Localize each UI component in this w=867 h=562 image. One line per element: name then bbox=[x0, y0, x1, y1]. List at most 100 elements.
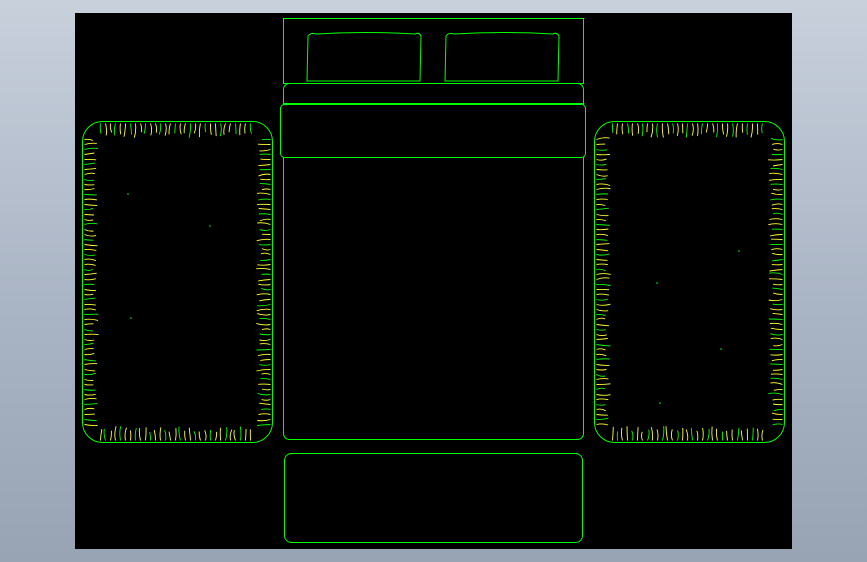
fringe-strand bbox=[175, 428, 177, 441]
fringe-strand bbox=[256, 424, 271, 426]
fringe-strand bbox=[641, 123, 644, 137]
fringe-strand bbox=[259, 339, 271, 341]
fringe-strand bbox=[596, 207, 609, 210]
fringe-strand bbox=[596, 423, 609, 426]
fringe-strand bbox=[260, 252, 271, 255]
fringe-strand bbox=[596, 174, 608, 177]
fringe-strand bbox=[770, 337, 783, 340]
fringe-strand bbox=[677, 430, 679, 441]
fringe-strand bbox=[261, 248, 271, 251]
fringe-strand bbox=[596, 158, 607, 161]
fringe-strand bbox=[168, 123, 171, 135]
fringe-strand bbox=[646, 123, 648, 133]
rug-left bbox=[82, 121, 273, 443]
fringe-strand bbox=[193, 431, 197, 441]
fringe-strand bbox=[110, 430, 112, 441]
fringe-strand bbox=[256, 369, 271, 372]
fringe-strand bbox=[257, 304, 271, 307]
fringe-strand bbox=[84, 214, 95, 216]
fringe-strand bbox=[771, 259, 783, 262]
fringe-strand bbox=[244, 123, 246, 134]
fringe-strand bbox=[596, 153, 611, 156]
fringe-strand bbox=[770, 327, 783, 330]
fringe-strand bbox=[773, 408, 783, 412]
fringe-strand bbox=[84, 318, 99, 321]
fringe-strand bbox=[84, 272, 97, 275]
fringe-strand bbox=[773, 344, 783, 347]
fringe-strand bbox=[257, 222, 271, 225]
fringe-strand bbox=[676, 123, 679, 137]
fringe-strand bbox=[261, 388, 271, 391]
fringe-strand bbox=[596, 284, 611, 286]
headboard bbox=[283, 18, 584, 84]
fringe-strand bbox=[84, 348, 94, 350]
fringe-strand bbox=[168, 431, 171, 441]
fringe-strand bbox=[596, 187, 611, 190]
pillow-left bbox=[306, 32, 422, 82]
fringe-strand bbox=[661, 123, 664, 138]
fringe-strand bbox=[685, 123, 688, 138]
fringe-strand bbox=[596, 398, 609, 401]
fringe-strand bbox=[769, 172, 783, 175]
fringe-strand bbox=[84, 207, 94, 211]
fringe-strand bbox=[670, 429, 673, 441]
fringe-strand bbox=[204, 430, 207, 441]
fringe-strand bbox=[596, 408, 607, 412]
fringe-strand bbox=[229, 429, 233, 441]
drawing-canvas[interactable] bbox=[75, 13, 792, 549]
fringe-strand bbox=[260, 359, 271, 361]
fringe-strand bbox=[239, 426, 242, 441]
fringe-strand bbox=[596, 404, 606, 406]
fringe-strand bbox=[84, 167, 97, 170]
fringe-strand bbox=[84, 254, 96, 256]
fringe-strand bbox=[130, 123, 132, 135]
fringe-strand bbox=[612, 426, 614, 441]
fringe-strand bbox=[84, 308, 96, 311]
fringe-strand bbox=[123, 123, 126, 137]
fringe-strand bbox=[770, 382, 783, 385]
fringe-strand bbox=[761, 429, 764, 441]
fringe-strand bbox=[84, 179, 95, 182]
fringe-strand bbox=[84, 389, 96, 391]
fringe-strand bbox=[204, 123, 207, 133]
fringe-strand bbox=[188, 427, 191, 441]
fringe-strand bbox=[596, 233, 609, 236]
fringe-strand bbox=[771, 358, 783, 362]
fringe-strand bbox=[702, 427, 704, 441]
fringe-strand bbox=[133, 123, 137, 138]
fringe-strand bbox=[691, 123, 694, 136]
fringe-strand bbox=[772, 188, 783, 191]
fringe-strand bbox=[259, 183, 271, 185]
rug-left-fringe bbox=[84, 123, 271, 441]
fringe-strand bbox=[258, 173, 271, 177]
fringe-strand bbox=[84, 379, 94, 381]
fringe-strand bbox=[726, 123, 729, 137]
fringe-strand bbox=[656, 123, 659, 138]
rug-right-fringe bbox=[596, 123, 783, 441]
rug-left-border bbox=[82, 121, 273, 443]
fringe-strand bbox=[772, 369, 783, 371]
fringe-strand bbox=[650, 427, 654, 441]
fringe-strand bbox=[259, 343, 271, 345]
fringe-strand bbox=[596, 277, 610, 280]
fringe-strand bbox=[84, 248, 97, 251]
fringe-strand bbox=[768, 278, 783, 280]
fringe-strand bbox=[596, 259, 608, 261]
pillow-right bbox=[444, 32, 560, 82]
fringe-strand bbox=[119, 123, 122, 135]
fringe-strand bbox=[770, 137, 783, 141]
fringe-strand bbox=[596, 214, 609, 217]
fringe-strand bbox=[770, 373, 783, 375]
fringe-strand bbox=[596, 378, 609, 380]
fringe-strand bbox=[257, 353, 271, 357]
fringe-strand bbox=[712, 123, 715, 133]
fringe-strand bbox=[665, 426, 668, 441]
fringe-strand bbox=[627, 123, 629, 134]
fringe-strand bbox=[596, 224, 610, 226]
fringe-strand bbox=[772, 312, 783, 315]
cad-viewport bbox=[0, 0, 867, 562]
fringe-strand bbox=[159, 427, 162, 441]
fringe-strand bbox=[773, 212, 783, 215]
fringe-strand bbox=[596, 317, 606, 320]
fringe-strand bbox=[769, 269, 783, 272]
